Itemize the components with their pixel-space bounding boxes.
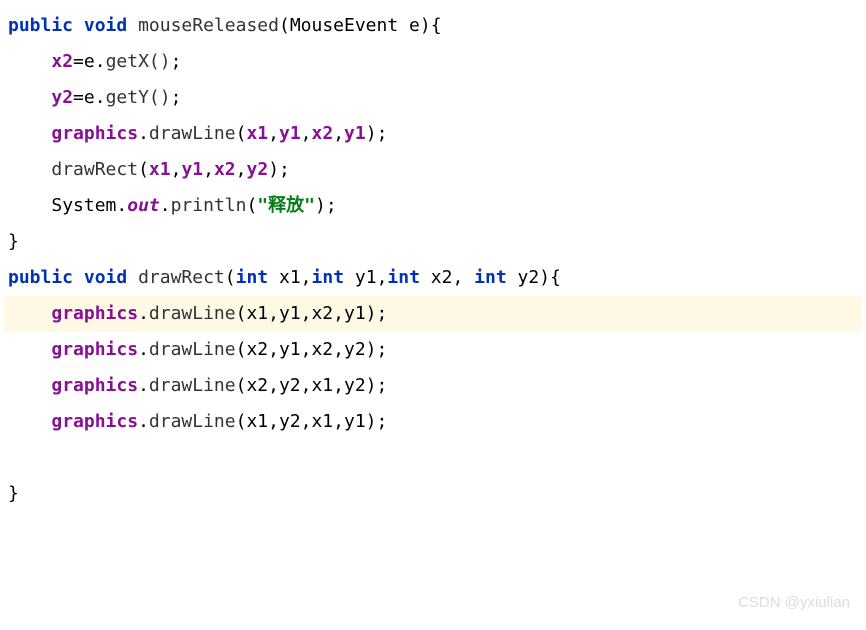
keyword-public: public [8, 15, 73, 36]
code-line-8: public void drawRect(int x1,int y1,int x… [4, 260, 862, 296]
watermark: CSDN @yxiulian [738, 588, 850, 618]
code-line-3: y2=e.getY(); [4, 80, 862, 116]
code-line-13: } [4, 476, 862, 512]
code-line-2: x2=e.getX(); [4, 44, 862, 80]
code-line-10: graphics.drawLine(x2,y1,x2,y2); [4, 332, 862, 368]
code-line-9-highlighted: graphics.drawLine(x1,y1,x2,y1); [4, 296, 862, 332]
code-line-6: System.out.println("释放"); [4, 188, 862, 224]
keyword-void: void [84, 15, 127, 36]
code-line-11: graphics.drawLine(x2,y2,x1,y2); [4, 368, 862, 404]
code-line-5: drawRect(x1,y1,x2,y2); [4, 152, 862, 188]
object-graphics: graphics [51, 123, 138, 144]
param-type: MouseEvent [290, 15, 398, 36]
method-name: mouseReleased [138, 15, 279, 36]
code-line-4: graphics.drawLine(x1,y1,x2,y1); [4, 116, 862, 152]
field-x2: x2 [51, 51, 73, 72]
field-y2: y2 [51, 87, 73, 108]
code-line-blank [4, 440, 862, 476]
param-name: e [409, 15, 420, 36]
code-line-7: } [4, 224, 862, 260]
field-out: out [127, 195, 160, 216]
string-literal: "释放" [257, 195, 315, 216]
code-block: public void mouseReleased(MouseEvent e){… [4, 8, 862, 512]
code-line-1: public void mouseReleased(MouseEvent e){ [4, 8, 862, 44]
code-line-12: graphics.drawLine(x1,y2,x1,y1); [4, 404, 862, 440]
